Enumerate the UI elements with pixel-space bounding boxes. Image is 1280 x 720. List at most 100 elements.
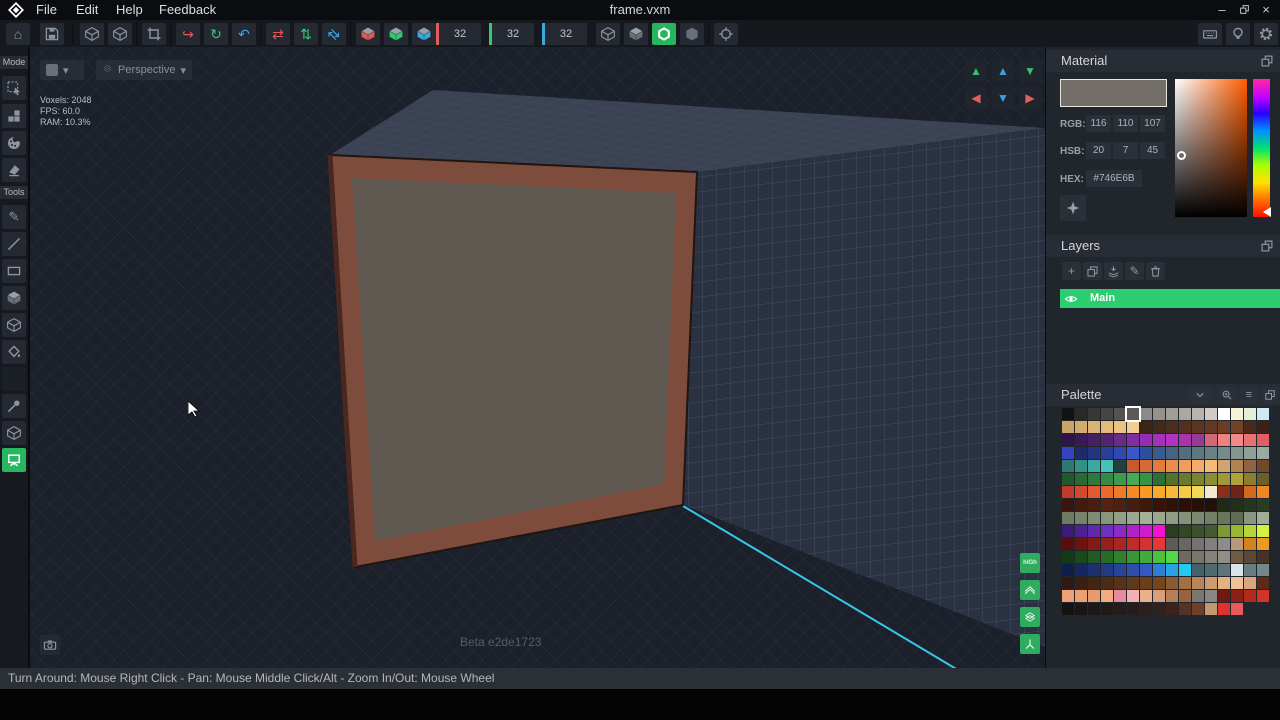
palette-swatch[interactable] [1075,486,1087,498]
palette-swatch[interactable] [1088,551,1100,563]
palette-swatch[interactable] [1153,538,1165,550]
palette-swatch[interactable] [1062,577,1074,589]
palette-swatch[interactable] [1153,499,1165,511]
screenshot-button[interactable] [40,635,60,655]
palette-swatch[interactable] [1140,408,1152,420]
palette-swatch[interactable] [1166,486,1178,498]
palette-swatch[interactable] [1166,564,1178,576]
grid-size-x-input[interactable] [439,23,481,45]
palette-swatch[interactable] [1192,486,1204,498]
palette-swatch[interactable] [1231,460,1243,472]
palette-swatch[interactable] [1062,538,1074,550]
palette-swatch[interactable] [1101,460,1113,472]
palette-swatch[interactable] [1244,408,1256,420]
palette-swatch[interactable] [1062,499,1074,511]
palette-swatch[interactable] [1166,473,1178,485]
palette-swatch[interactable] [1192,499,1204,511]
palette-swatch[interactable] [1218,473,1230,485]
palette-swatch[interactable] [1114,525,1126,537]
palette-swatch[interactable] [1179,447,1191,459]
palette-swatch[interactable] [1101,525,1113,537]
palette-swatch[interactable] [1231,590,1243,602]
palette-swatch[interactable] [1127,408,1139,420]
palette-swatch[interactable] [1192,408,1204,420]
palette-swatch[interactable] [1062,473,1074,485]
palette-swatch[interactable] [1205,603,1217,615]
palette-swatch[interactable] [1127,577,1139,589]
shift-x-button[interactable]: ⇄ [266,23,290,45]
palette-swatch[interactable] [1075,538,1087,550]
palette-swatch[interactable] [1062,512,1074,524]
grid-size-y-input[interactable] [492,23,534,45]
palette-swatch[interactable] [1153,421,1165,433]
saturation-brightness-field[interactable] [1175,79,1247,217]
palette-swatch[interactable] [1166,434,1178,446]
palette-swatch[interactable] [1192,551,1204,563]
orbit-left-button[interactable]: ◀ [965,87,987,109]
shadow-toggle-button[interactable] [680,23,704,45]
palette-swatch[interactable] [1127,434,1139,446]
palette-swatch[interactable] [1179,525,1191,537]
palette-swatch[interactable] [1101,564,1113,576]
palette-swatch[interactable] [1062,408,1074,420]
palette-swatch[interactable] [1257,590,1269,602]
save-button[interactable] [40,23,64,45]
restore-button[interactable] [1234,0,1254,20]
palette-swatch[interactable] [1088,564,1100,576]
palette-swatch[interactable] [1244,486,1256,498]
palette-swatch[interactable] [1231,447,1243,459]
palette-swatch[interactable] [1114,512,1126,524]
palette-swatch[interactable] [1062,551,1074,563]
palette-swatch[interactable] [1140,460,1152,472]
palette-swatch[interactable] [1179,486,1191,498]
palette-swatch[interactable] [1192,603,1204,615]
palette-swatch[interactable] [1231,538,1243,550]
palette-swatch[interactable] [1244,525,1256,537]
tool-cube-button[interactable] [2,421,26,445]
palette-swatch[interactable] [1140,421,1152,433]
palette-swatch[interactable] [1205,551,1217,563]
shift-y-button[interactable]: ⇅ [294,23,318,45]
palette-swatch[interactable] [1231,499,1243,511]
orbit-up-button[interactable]: ▲ [992,60,1014,82]
palette-swatch[interactable] [1101,473,1113,485]
palette-swatch[interactable] [1231,421,1243,433]
palette-swatch[interactable] [1205,434,1217,446]
popout-panel-icon[interactable] [1262,387,1278,403]
palette-swatch[interactable] [1179,408,1191,420]
import-model-button[interactable] [80,23,104,45]
palette-swatch[interactable] [1101,590,1113,602]
palette-swatch[interactable] [1166,603,1178,615]
palette-swatch[interactable] [1205,564,1217,576]
palette-swatch[interactable] [1062,460,1074,472]
palette-swatch[interactable] [1114,551,1126,563]
palette-swatch[interactable] [1218,590,1230,602]
hsb-s-field[interactable]: 7 [1113,142,1138,159]
palette-swatch[interactable] [1231,512,1243,524]
orbit-down-button[interactable]: ▼ [992,87,1014,109]
palette-swatch[interactable] [1088,499,1100,511]
collapse-palette-button[interactable] [1188,387,1212,403]
wireframe-toggle-button[interactable] [596,23,620,45]
palette-swatch[interactable] [1075,473,1087,485]
mirror-y-button[interactable] [384,23,408,45]
palette-swatch[interactable] [1075,525,1087,537]
palette-swatch[interactable] [1101,603,1113,615]
palette-swatch[interactable] [1166,525,1178,537]
palette-swatch[interactable] [1218,486,1230,498]
palette-swatch[interactable] [1231,603,1243,615]
palette-swatch[interactable] [1179,590,1191,602]
palette-swatch[interactable] [1088,434,1100,446]
palette-swatch[interactable] [1140,538,1152,550]
palette-swatch[interactable] [1218,408,1230,420]
palette-swatch[interactable] [1153,564,1165,576]
palette-swatch[interactable] [1179,421,1191,433]
palette-swatch[interactable] [1205,525,1217,537]
faces-toggle-button[interactable] [624,23,648,45]
palette-swatch[interactable] [1127,486,1139,498]
add-material-button[interactable] [1060,195,1086,221]
recenter-button[interactable] [714,23,738,45]
palette-swatch[interactable] [1231,577,1243,589]
palette-swatch[interactable] [1192,577,1204,589]
palette-swatch[interactable] [1140,551,1152,563]
